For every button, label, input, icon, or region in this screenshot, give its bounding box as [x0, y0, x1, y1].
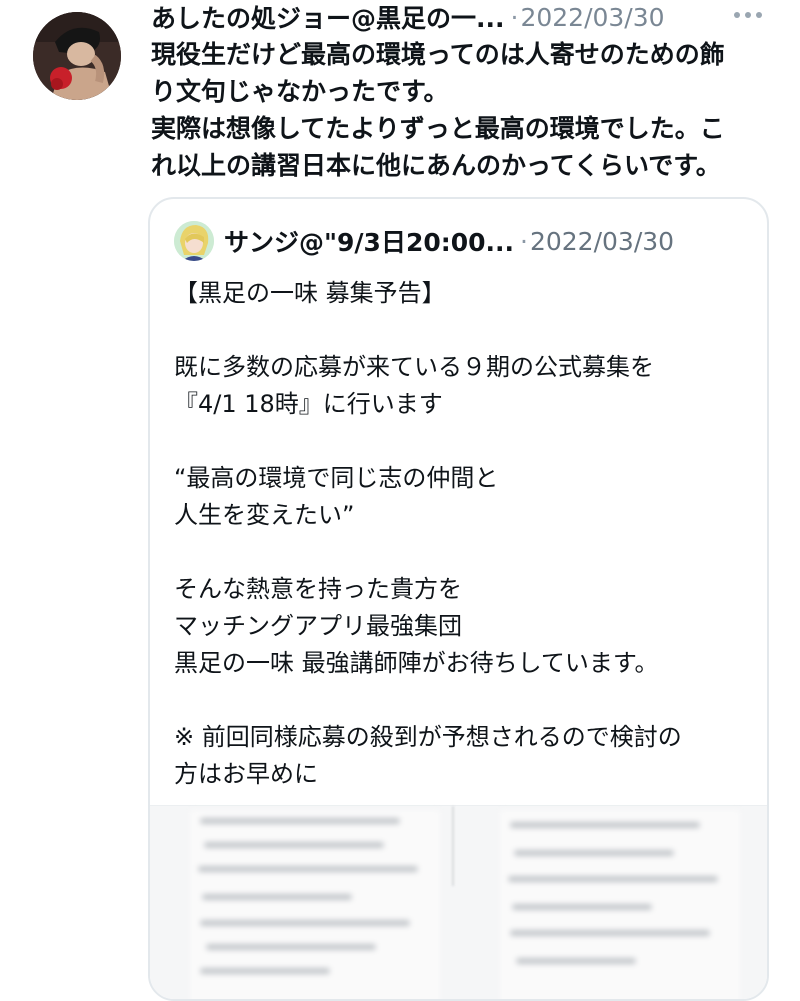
quoted-text-line: そんな熱意を持った貴方を: [174, 575, 462, 603]
boxer-avatar-image: [33, 12, 121, 100]
quoted-text-line: [174, 312, 754, 349]
quoted-media-preview[interactable]: [150, 805, 767, 999]
quoted-text-line: [174, 682, 754, 719]
media-divider: [452, 806, 454, 886]
character-avatar-image: [174, 221, 214, 261]
quoted-text-line: [174, 534, 754, 571]
more-options-icon[interactable]: [734, 12, 774, 22]
quoted-text-line: 『4/1 18時』に行います: [174, 390, 443, 418]
more-dot: [734, 12, 740, 18]
quoted-tweet-text: 【黒足の一味 募集予告】 既に多数の応募が来ている９期の公式募集を 『4/1 1…: [174, 275, 754, 793]
quoted-text-line: “最高の環境で同じ志の仲間と: [174, 464, 499, 492]
quoted-text-line: 黒足の一味 最強講師陣がお待ちしています。: [174, 649, 659, 677]
tweet-header: あしたの処ジョー@黒足の一... · 2022/03/30: [151, 0, 791, 34]
tweet-text-line: 現役生だけど最高の環境ってのは人寄せのための飾: [151, 40, 725, 69]
tweet-text-line: れ以上の講習日本に他にあんのかってくらいです。: [151, 151, 721, 180]
quoted-tweet-card[interactable]: サンジ@"9/3日20:00... · 2022/03/30 【黒足の一味 募集…: [148, 197, 769, 1001]
quoted-text-line: ※ 前回同様応募の殺到が予想されるので検討の: [174, 723, 682, 751]
quoted-text-line: マッチングアプリ最強集団: [174, 612, 462, 640]
quoted-header-separator: ·: [520, 226, 528, 256]
header-separator: ·: [510, 2, 519, 32]
quoted-author-name[interactable]: サンジ@"9/3日20:00...: [224, 223, 514, 259]
author-avatar[interactable]: [33, 12, 121, 100]
blurred-image-right: [500, 810, 740, 999]
quoted-text-line: 【黒足の一味 募集予告】: [174, 279, 446, 307]
blurred-image-left: [190, 810, 440, 999]
more-dot: [745, 12, 751, 18]
author-name[interactable]: あしたの処ジョー@黒足の一...: [151, 0, 505, 35]
more-dot: [756, 12, 762, 18]
tweet-text-line: 実際は想像してたよりずっと最高の環境でした。こ: [151, 114, 725, 143]
quoted-tweet-header: サンジ@"9/3日20:00... · 2022/03/30: [224, 223, 674, 259]
tweet-text-line: り文句じゃなかったです。: [151, 77, 449, 106]
quoted-text-line: [174, 423, 754, 460]
quoted-author-avatar: [174, 221, 214, 261]
quoted-text-line: 既に多数の応募が来ている９期の公式募集を: [174, 353, 654, 381]
quoted-text-line: 方はお早めに: [174, 760, 318, 788]
tweet-timestamp[interactable]: 2022/03/30: [520, 3, 664, 32]
quoted-text-line: 人生を変えたい”: [174, 501, 355, 529]
quoted-tweet-timestamp[interactable]: 2022/03/30: [530, 227, 674, 256]
tweet-text: 現役生だけど最高の環境ってのは人寄せのための飾 り文句じゃなかったです。 実際は…: [151, 36, 787, 184]
